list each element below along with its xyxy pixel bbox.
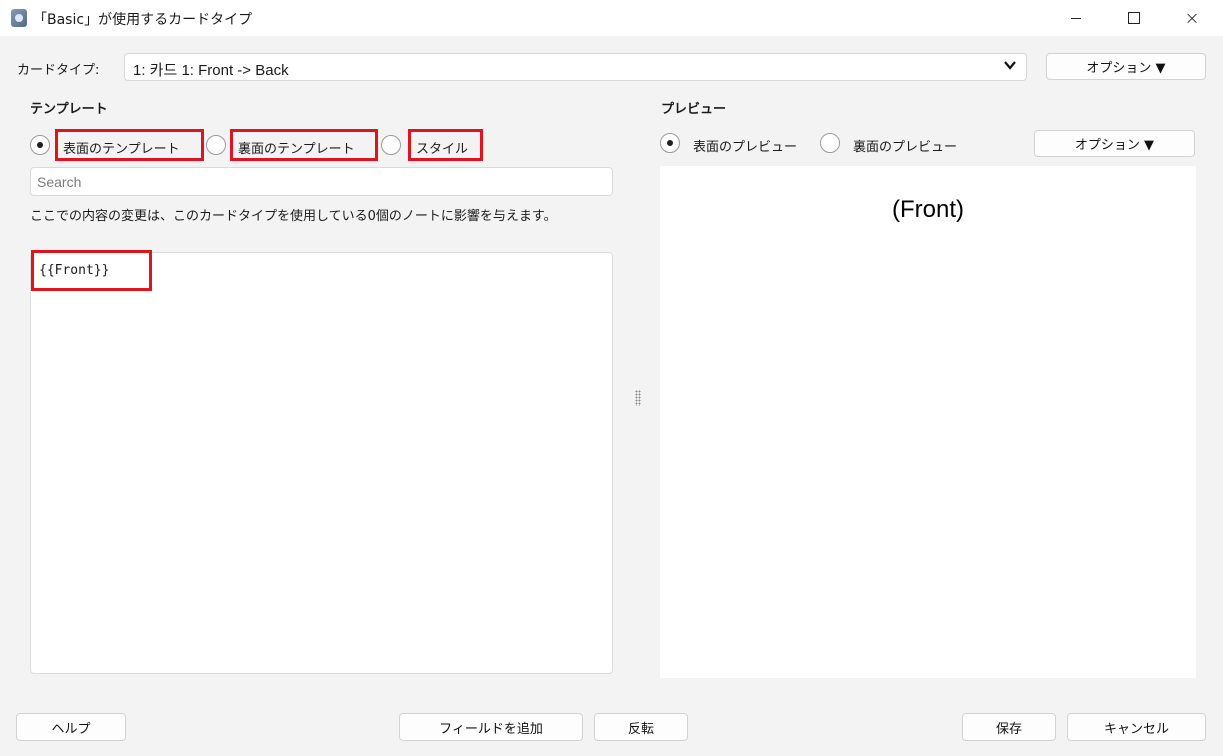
close-icon: × — [1184, 7, 1200, 29]
minimize-button[interactable] — [1047, 0, 1105, 36]
chevron-down-icon — [1004, 61, 1016, 70]
preview-pane: (Front) — [660, 166, 1196, 678]
template-heading: テンプレート — [30, 102, 108, 117]
back-preview-radio[interactable] — [820, 133, 840, 153]
card-type-options-button[interactable]: オプション ▼ — [1046, 53, 1206, 80]
maximize-button[interactable] — [1105, 0, 1163, 36]
front-preview-label[interactable]: 表面のプレビュー — [693, 136, 797, 155]
front-template-radio[interactable] — [30, 135, 50, 155]
preview-options-button[interactable]: オプション ▼ — [1034, 130, 1195, 157]
flip-button[interactable]: 反転 — [594, 713, 688, 741]
preview-content: (Front) — [892, 196, 964, 223]
title-bar: 「Basic」が使用するカードタイプ × — [0, 0, 1223, 36]
front-preview-radio[interactable] — [660, 133, 680, 153]
change-notice: ここでの内容の変更は、このカードタイプを使用している0個のノートに影響を与えます… — [30, 209, 557, 224]
back-template-highlight: 裏面のテンプレート — [230, 129, 378, 161]
close-button[interactable]: × — [1163, 0, 1221, 36]
cancel-button[interactable]: キャンセル — [1067, 713, 1206, 741]
app-icon — [11, 9, 27, 27]
splitter-handle[interactable] — [635, 390, 641, 406]
preview-heading: プレビュー — [661, 102, 727, 117]
back-template-label[interactable]: 裏面のテンプレート — [238, 138, 355, 157]
save-button[interactable]: 保存 — [962, 713, 1056, 741]
card-type-label: カードタイプ: — [17, 63, 100, 78]
style-label[interactable]: スタイル — [416, 138, 468, 157]
style-radio[interactable] — [381, 135, 401, 155]
search-input[interactable]: Search — [30, 167, 613, 196]
front-template-label[interactable]: 表面のテンプレート — [63, 138, 180, 157]
card-type-value: 1: 카드 1: Front -> Back — [133, 62, 289, 79]
editor-content: {{Front}} — [39, 263, 110, 278]
template-editor[interactable]: {{Front}} — [30, 250, 613, 674]
back-template-radio[interactable] — [206, 135, 226, 155]
window-title: 「Basic」が使用するカードタイプ — [33, 12, 253, 28]
search-placeholder: Search — [37, 174, 82, 190]
help-button[interactable]: ヘルプ — [16, 713, 126, 741]
card-type-select[interactable]: 1: 카드 1: Front -> Back — [124, 53, 1027, 81]
add-field-button[interactable]: フィールドを追加 — [399, 713, 583, 741]
back-preview-label[interactable]: 裏面のプレビュー — [853, 136, 957, 155]
front-template-highlight: 表面のテンプレート — [55, 129, 204, 161]
style-highlight: スタイル — [408, 129, 483, 161]
